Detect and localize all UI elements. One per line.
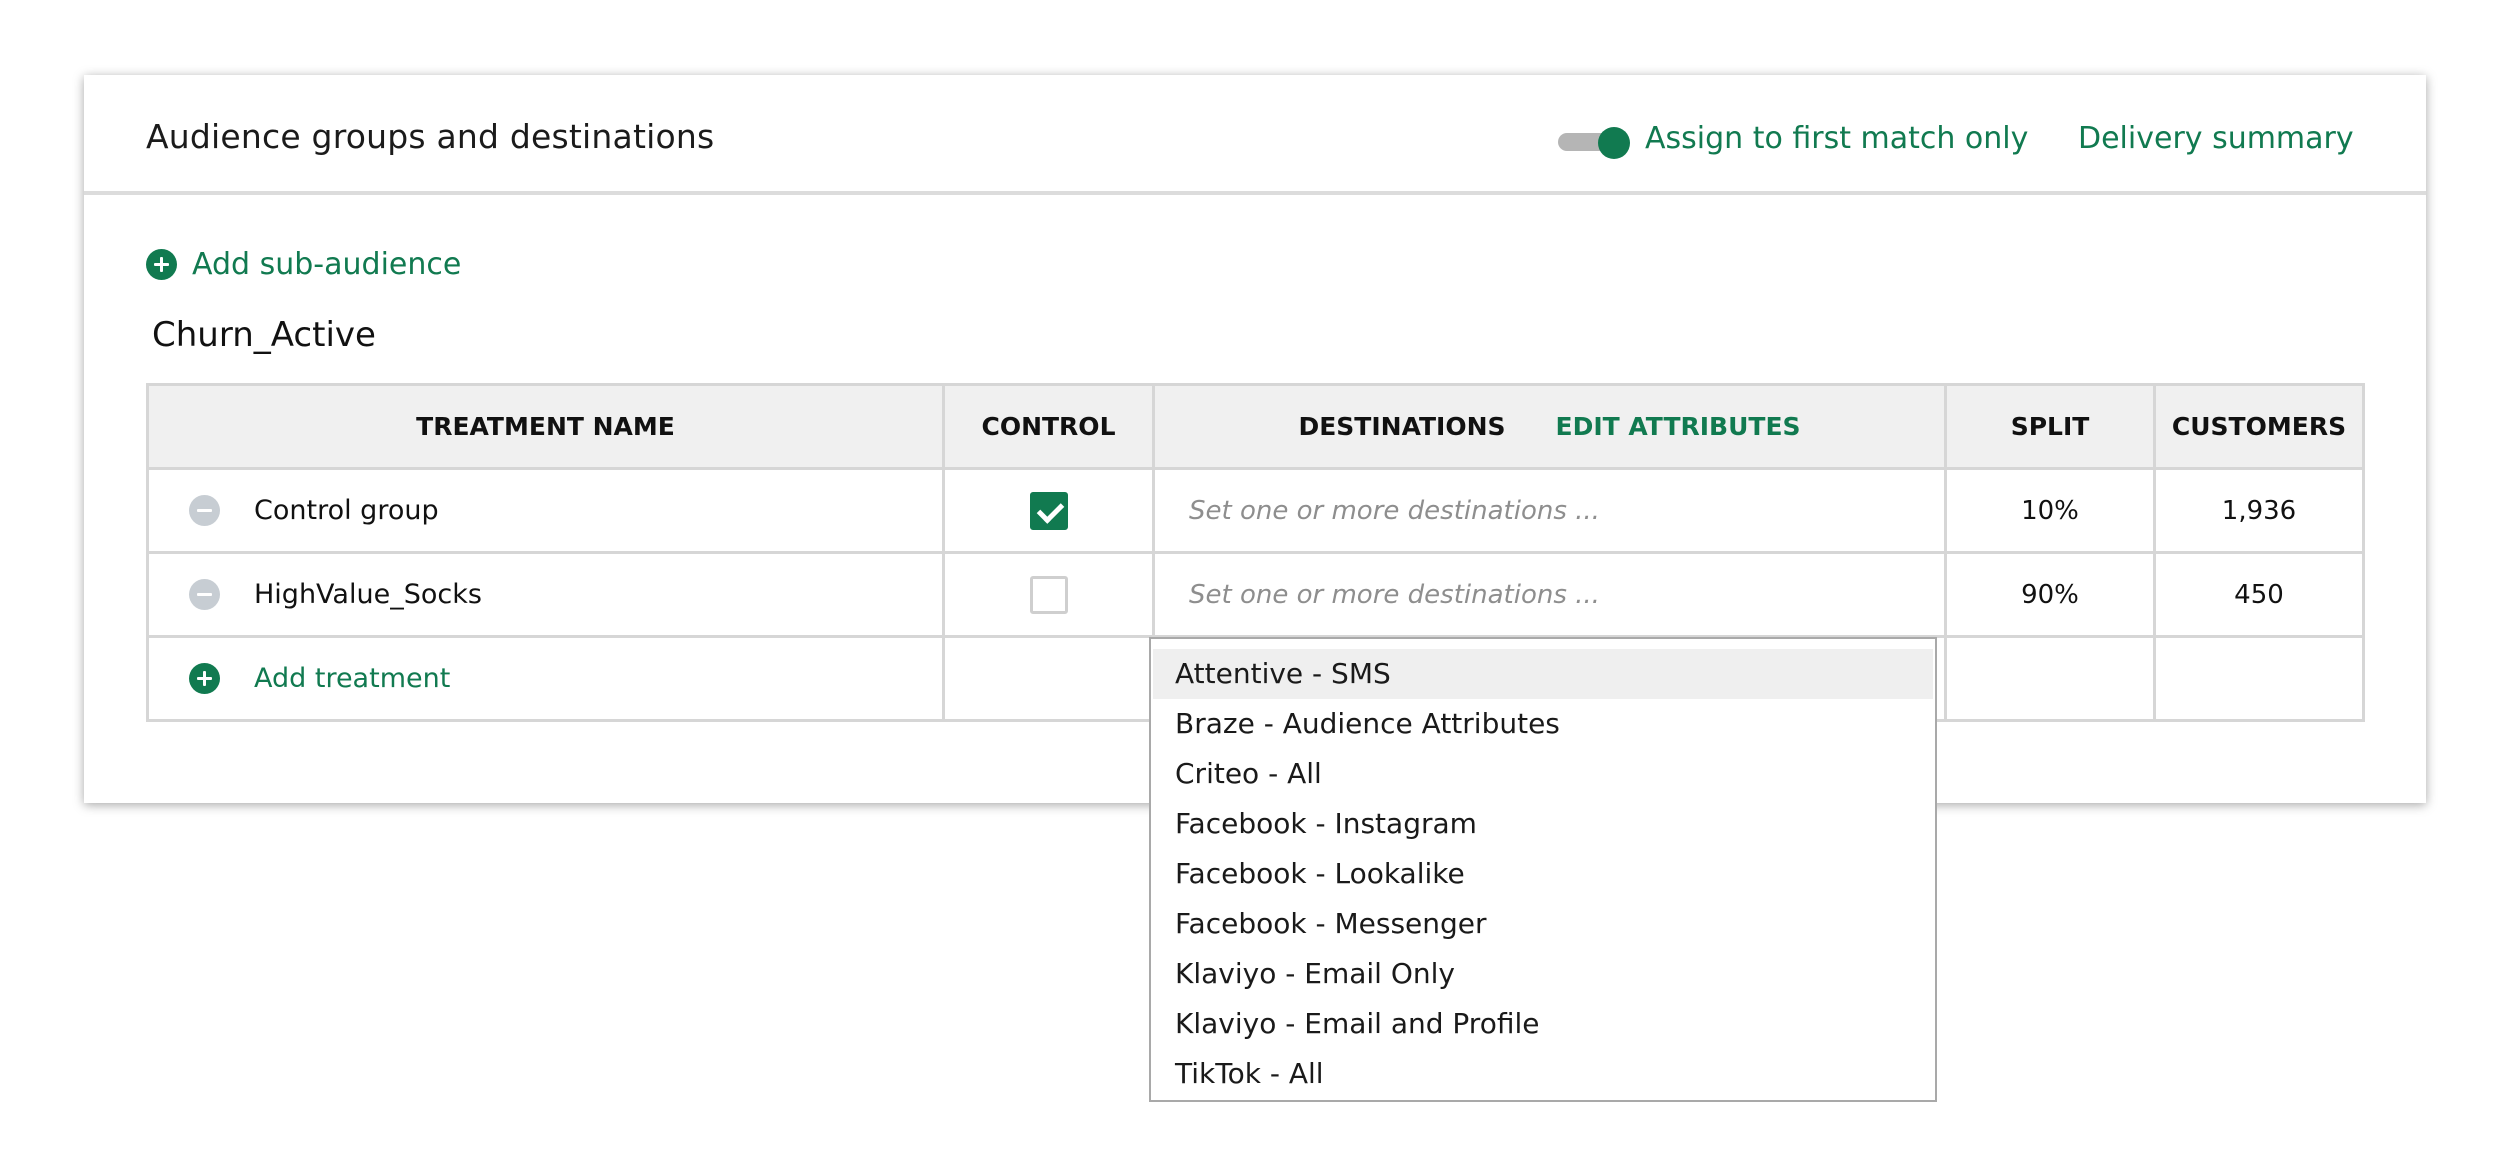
- customers-value: 1,936: [2153, 467, 2365, 554]
- column-header-customers: CUSTOMERS: [2153, 383, 2365, 470]
- dropdown-option[interactable]: Criteo - All: [1151, 749, 1935, 799]
- column-header-split: SPLIT: [1944, 383, 2156, 470]
- dropdown-option[interactable]: Facebook - Lookalike: [1151, 849, 1935, 899]
- customers-value: 450: [2153, 551, 2365, 638]
- destinations-input[interactable]: Set one or more destinations ...: [1155, 496, 1944, 526]
- add-treatment-button[interactable]: Add treatment: [149, 638, 942, 719]
- add-treatment-label: Add treatment: [254, 663, 451, 694]
- dropdown-option[interactable]: Attentive - SMS: [1153, 649, 1933, 699]
- dropdown-option[interactable]: Klaviyo - Email and Profile: [1151, 999, 1935, 1049]
- column-header-control: CONTROL: [942, 383, 1155, 470]
- remove-treatment-icon[interactable]: [189, 495, 220, 526]
- destinations-label: DESTINATIONS: [1298, 412, 1506, 441]
- table-row: HighValue_Socks Set one or more destinat…: [146, 551, 2365, 638]
- dropdown-option[interactable]: Facebook - Messenger: [1151, 899, 1935, 949]
- assign-first-match-label[interactable]: Assign to first match only: [1645, 121, 2028, 156]
- treatment-name-cell: Control group: [146, 467, 945, 554]
- destinations-cell[interactable]: Set one or more destinations ...: [1152, 467, 1947, 554]
- card-title: Audience groups and destinations: [146, 117, 715, 156]
- assign-first-match-toggle[interactable]: [1558, 127, 1630, 159]
- split-value: 90%: [1944, 551, 2156, 638]
- edit-attributes-link[interactable]: EDIT ATTRIBUTES: [1556, 412, 1801, 441]
- audience-name: Churn_Active: [152, 315, 376, 355]
- empty-cell: [2153, 635, 2365, 722]
- column-header-destinations: DESTINATIONS EDIT ATTRIBUTES: [1152, 383, 1947, 470]
- control-cell: [942, 551, 1155, 638]
- add-sub-audience-button[interactable]: Add sub-audience: [146, 246, 462, 282]
- destinations-dropdown: Attentive - SMS Braze - Audience Attribu…: [1149, 637, 1937, 1102]
- treatment-name: HighValue_Socks: [254, 579, 482, 610]
- delivery-summary-link[interactable]: Delivery summary: [2078, 121, 2354, 156]
- plus-circle-icon: [146, 248, 177, 280]
- dropdown-option[interactable]: Klaviyo - Email Only: [1151, 949, 1935, 999]
- empty-cell: [942, 635, 1155, 722]
- table-row: Control group Set one or more destinatio…: [146, 467, 2365, 554]
- toggle-knob: [1598, 127, 1630, 159]
- control-cell: [942, 467, 1155, 554]
- dropdown-option[interactable]: TikTok - All: [1151, 1049, 1935, 1099]
- dropdown-option[interactable]: Facebook - Instagram: [1151, 799, 1935, 849]
- plus-circle-icon: [189, 663, 220, 694]
- control-checkbox[interactable]: [1029, 491, 1068, 530]
- table-header-row: TREATMENT NAME CONTROL DESTINATIONS EDIT …: [146, 383, 2365, 470]
- add-treatment-cell: Add treatment: [146, 635, 945, 722]
- remove-treatment-icon[interactable]: [189, 579, 220, 610]
- empty-cell: [1944, 635, 2156, 722]
- treatment-name: Control group: [254, 495, 439, 526]
- split-value: 10%: [1944, 467, 2156, 554]
- destinations-input[interactable]: Set one or more destinations ...: [1155, 580, 1944, 610]
- control-checkbox[interactable]: [1029, 575, 1068, 614]
- card-header: Audience groups and destinations Assign …: [84, 75, 2426, 195]
- add-sub-audience-label: Add sub-audience: [192, 246, 462, 282]
- dropdown-option[interactable]: Braze - Audience Attributes: [1151, 699, 1935, 749]
- destinations-cell[interactable]: Set one or more destinations ...: [1152, 551, 1947, 638]
- treatment-name-cell: HighValue_Socks: [146, 551, 945, 638]
- column-header-treatment-name: TREATMENT NAME: [146, 383, 945, 470]
